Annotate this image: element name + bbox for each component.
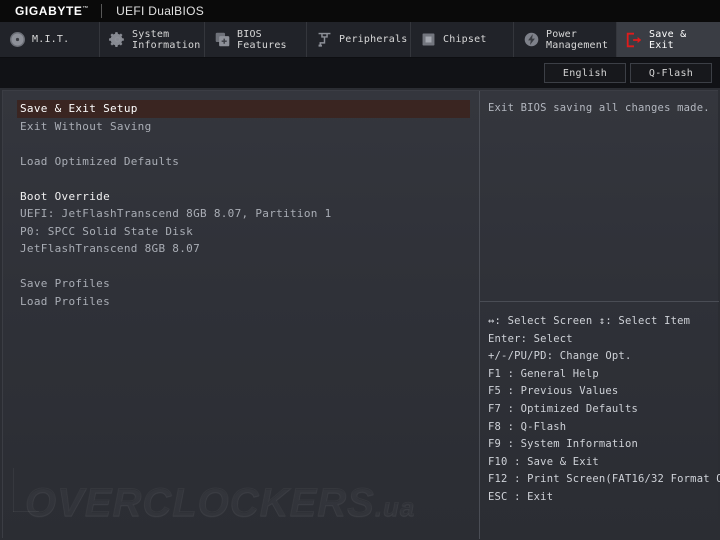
gigabyte-logo: GIGABYTE™ xyxy=(0,4,89,18)
menu-item-exit-without-saving[interactable]: Exit Without Saving xyxy=(3,118,479,136)
utility-bar: English Q-Flash xyxy=(0,58,720,88)
chip-stack-icon xyxy=(213,31,231,49)
language-button[interactable]: English xyxy=(544,63,626,83)
brand-divider xyxy=(101,4,102,18)
bios-screen: GIGABYTE™ UEFI DualBIOS M.I.T. xyxy=(0,0,720,540)
menu-item-save-and-exit-setup[interactable]: Save & Exit Setup xyxy=(17,100,470,118)
watermark-corner-horizontal xyxy=(13,511,39,512)
main-nav-tabs: M.I.T. System Information BIOS Features xyxy=(0,22,720,58)
key-legend-row: F10 : Save & Exit xyxy=(488,454,719,472)
key-legend-row: +/-/PU/PD: Change Opt. xyxy=(488,348,719,366)
help-panel: Exit BIOS saving all changes made. ↔: Se… xyxy=(480,91,719,539)
menu-item-boot-jetflash[interactable]: JetFlashTranscend 8GB 8.07 xyxy=(3,240,479,258)
tab-power-management[interactable]: Power Management xyxy=(514,22,617,57)
menu-item-load-profiles[interactable]: Load Profiles xyxy=(3,293,479,311)
exit-door-icon xyxy=(625,31,643,49)
tab-save-and-exit[interactable]: Save & Exit xyxy=(617,22,720,57)
key-legend-row: F12 : Print Screen(FAT16/32 Format Only) xyxy=(488,471,719,489)
tab-label-power-management: Power Management xyxy=(546,29,608,51)
tab-label-chipset: Chipset xyxy=(443,34,487,45)
trademark-symbol: ™ xyxy=(82,6,89,12)
key-legend-row: F7 : Optimized Defaults xyxy=(488,401,719,419)
tab-label-mit: M.I.T. xyxy=(32,34,69,45)
settings-menu-panel: Save & Exit Setup Exit Without Saving Lo… xyxy=(3,91,479,539)
tab-chipset[interactable]: Chipset xyxy=(411,22,514,57)
key-legend-row: F5 : Previous Values xyxy=(488,383,719,401)
tab-label-system-information: System Information xyxy=(132,29,200,51)
content-inner: Save & Exit Setup Exit Without Saving Lo… xyxy=(2,90,718,538)
key-legend-row: F1 : General Help xyxy=(488,366,719,384)
tab-label-bios-features: BIOS Features xyxy=(237,29,287,51)
brand-bar: GIGABYTE™ UEFI DualBIOS xyxy=(0,0,720,22)
menu-item-save-profiles[interactable]: Save Profiles xyxy=(3,275,479,293)
key-legend-row: ↔: Select Screen ↕: Select Item xyxy=(488,313,719,331)
tab-mit[interactable]: M.I.T. xyxy=(0,22,100,57)
key-legend: ↔: Select Screen ↕: Select Item Enter: S… xyxy=(480,313,719,507)
key-legend-row: F8 : Q-Flash xyxy=(488,419,719,437)
menu-item-load-optimized-defaults[interactable]: Load Optimized Defaults xyxy=(3,153,479,171)
help-divider xyxy=(480,301,719,302)
gigabyte-logo-text: GIGABYTE xyxy=(15,4,82,18)
lightning-icon xyxy=(522,31,540,49)
brand-subtitle: UEFI DualBIOS xyxy=(116,4,204,18)
tab-label-save-and-exit: Save & Exit xyxy=(649,29,712,51)
menu-header-boot-override: Boot Override xyxy=(3,188,479,206)
item-description: Exit BIOS saving all changes made. xyxy=(480,91,719,115)
connector-icon xyxy=(315,31,333,49)
tab-bios-features[interactable]: BIOS Features xyxy=(205,22,307,57)
tab-system-information[interactable]: System Information xyxy=(100,22,205,57)
menu-spacer-2 xyxy=(3,170,479,188)
gear-icon xyxy=(108,31,126,49)
key-legend-row: ESC : Exit xyxy=(488,489,719,507)
menu-spacer-1 xyxy=(3,135,479,153)
menu-spacer-3 xyxy=(3,258,479,276)
qflash-button[interactable]: Q-Flash xyxy=(630,63,712,83)
key-legend-row: F9 : System Information xyxy=(488,436,719,454)
menu-item-boot-uefi-jetflash[interactable]: UEFI: JetFlashTranscend 8GB 8.07, Partit… xyxy=(3,205,479,223)
watermark-corner-vertical xyxy=(13,468,14,512)
chipset-icon xyxy=(419,31,437,49)
key-legend-row: Enter: Select xyxy=(488,331,719,349)
disc-icon xyxy=(8,31,26,49)
menu-item-boot-spcc-ssd[interactable]: P0: SPCC Solid State Disk xyxy=(3,223,479,241)
tab-peripherals[interactable]: Peripherals xyxy=(307,22,411,57)
tab-label-peripherals: Peripherals xyxy=(339,34,407,45)
content-area: Save & Exit Setup Exit Without Saving Lo… xyxy=(0,88,720,540)
